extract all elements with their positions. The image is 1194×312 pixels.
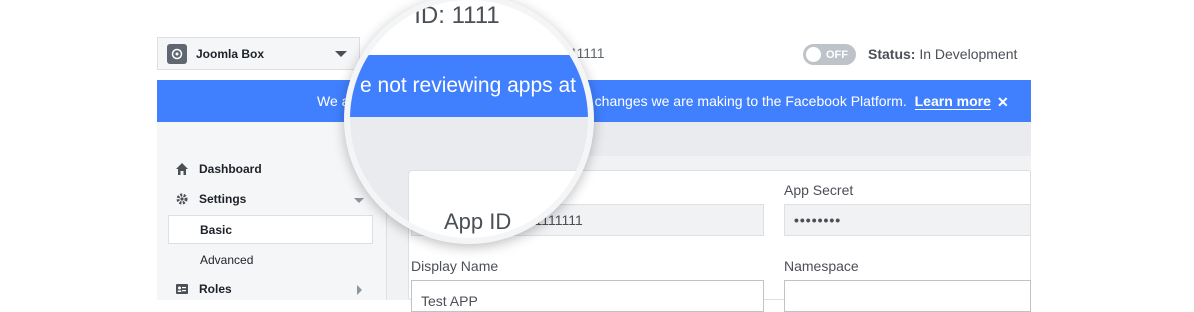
display-name-field[interactable]: Test APP [411,280,764,312]
sidebar-sub-basic[interactable]: Basic [200,223,232,237]
sidebar-item-label: Settings [199,192,247,206]
status-value: In Development [919,46,1018,62]
app-name: Joomla Box [196,46,265,61]
sidebar-item-settings[interactable]: Settings [175,192,246,206]
namespace-field[interactable] [784,280,1031,312]
live-toggle[interactable]: OFF [803,44,856,65]
magnified-banner-text: e not reviewing apps at [360,74,576,97]
id-card-icon [175,282,189,296]
magnified-app-id: P ID: 1111 [392,2,500,30]
home-icon [175,162,189,176]
app-selector[interactable]: Joomla Box [157,37,360,70]
learn-more-link[interactable]: Learn more [914,93,991,110]
app-secret-field[interactable]: •••••••• [784,204,1031,236]
display-name-label: Display Name [411,258,499,274]
magnified-app-id-label: App ID [444,209,512,234]
chevron-right-icon[interactable] [357,285,362,295]
sidebar-item-label: Dashboard [199,162,262,176]
magnifier-lens: P ID: 1111 e not reviewing apps at App I… [350,0,588,238]
sidebar-sub-advanced[interactable]: Advanced [200,253,253,267]
app-gear-icon [167,43,187,64]
app-secret-label: App Secret [784,182,854,198]
toggle-label: OFF [826,48,848,61]
sidebar-item-dashboard[interactable]: Dashboard [175,162,262,176]
sidebar-item-roles[interactable]: Roles [175,282,232,296]
magnified-app-id-text: P ID: 1111 [392,2,500,29]
chevron-down-icon [335,50,347,57]
namespace-label: Namespace [784,258,859,274]
app-status: Status: In Development [868,46,1017,62]
banner-prefix: We a [317,93,350,109]
status-label: Status: [868,46,916,62]
sidebar-item-label: Roles [199,282,232,296]
sidebar-item-basic[interactable] [168,215,373,244]
toggle-knob [806,47,821,62]
close-icon[interactable]: ✕ [997,94,1009,111]
gear-icon [175,192,189,206]
banner-text: o changes we are making to the Facebook … [583,93,991,110]
banner-message: o changes we are making to the Facebook … [583,93,907,109]
